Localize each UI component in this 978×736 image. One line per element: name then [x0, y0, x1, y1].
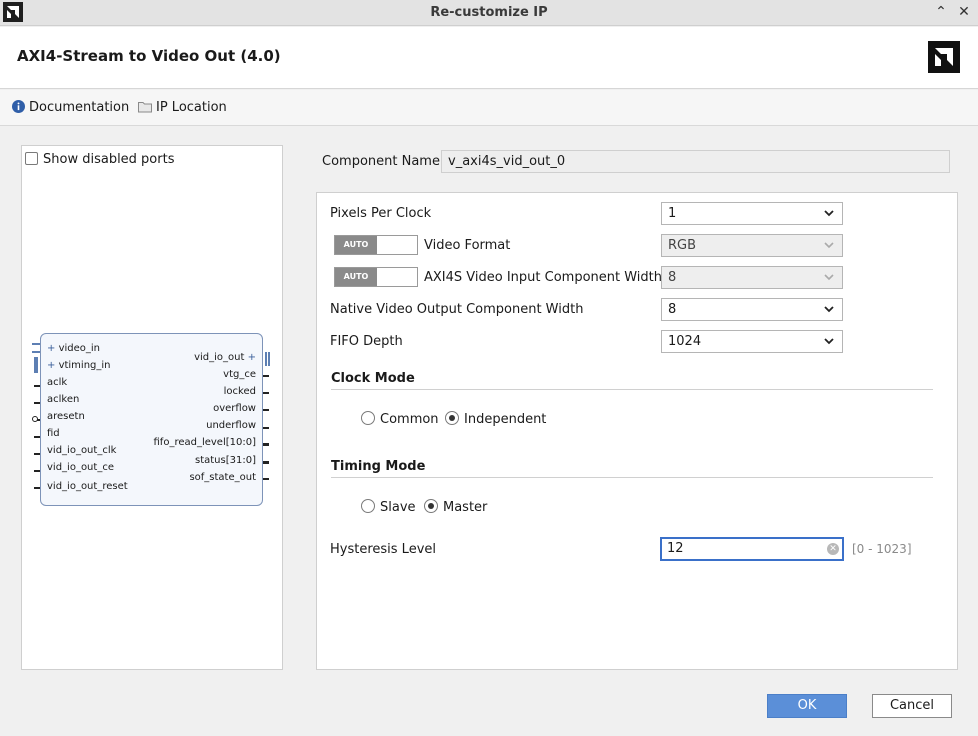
axi4s-width-label: AXI4S Video Input Component Width — [424, 270, 663, 285]
ok-button[interactable]: OK — [767, 694, 847, 718]
window-titlebar: Re-customize IP ⌃ ✕ — [0, 0, 978, 26]
port-stub — [263, 375, 269, 377]
pixels-per-clock-label: Pixels Per Clock — [330, 206, 432, 221]
port-locked: locked — [223, 386, 256, 397]
port-fid: fid — [47, 428, 60, 439]
hysteresis-range: [0 - 1023] — [852, 542, 912, 556]
clock-mode-independent-radio[interactable]: Independent — [445, 411, 546, 427]
hysteresis-level-label: Hysteresis Level — [330, 542, 436, 557]
close-icon[interactable]: ✕ — [955, 3, 973, 21]
fifo-depth-value: 1024 — [668, 334, 702, 349]
video-format-select[interactable]: RGB — [661, 234, 843, 257]
port-vid-io-out-clk: vid_io_out_clk — [47, 445, 117, 456]
port-stub-bus — [263, 443, 269, 446]
brand-logo-icon — [928, 41, 960, 73]
pixels-per-clock-select[interactable]: 1 — [661, 202, 843, 225]
axi4s-width-auto-toggle[interactable]: AUTO — [334, 267, 418, 287]
port-vtiming-in: + vtiming_in — [47, 360, 111, 371]
component-name-label: Component Name — [322, 154, 440, 169]
show-disabled-ports-checkbox[interactable]: Show disabled ports — [25, 152, 174, 167]
port-aclk: aclk — [47, 377, 68, 388]
chevron-down-icon — [824, 306, 834, 313]
port-stub — [263, 409, 269, 411]
radio-button-selected[interactable] — [424, 499, 438, 513]
ip-location-label: IP Location — [156, 100, 227, 115]
port-stub — [263, 392, 269, 394]
radio-button-selected[interactable] — [445, 411, 459, 425]
video-format-label: Video Format — [424, 238, 511, 253]
chevron-down-icon — [824, 338, 834, 345]
axi4s-width-value: 8 — [668, 270, 677, 285]
documentation-bar: Documentation IP Location — [0, 90, 978, 126]
native-width-value: 8 — [668, 302, 677, 317]
port-stub — [263, 478, 269, 480]
fifo-depth-label: FIFO Depth — [330, 334, 403, 349]
chevron-down-icon — [824, 242, 834, 249]
clock-mode-title: Clock Mode — [331, 371, 415, 386]
vtiming-in-bus-connector — [34, 357, 38, 373]
clock-independent-label: Independent — [464, 412, 547, 427]
auto-label: AUTO — [335, 268, 377, 286]
vid-io-out-bus-connector — [265, 352, 270, 366]
show-disabled-ports-label: Show disabled ports — [43, 152, 175, 167]
section-divider — [331, 477, 933, 478]
video-format-value: RGB — [668, 238, 697, 253]
port-vid-io-out-ce: vid_io_out_ce — [47, 462, 114, 473]
cancel-button[interactable]: Cancel — [872, 694, 952, 718]
video-in-bus-connector — [32, 343, 40, 353]
port-aresetn: aresetn — [47, 411, 85, 422]
port-fifo-read-level: fifo_read_level[10:0] — [153, 437, 257, 448]
pixels-per-clock-value: 1 — [668, 206, 677, 221]
fifo-depth-select[interactable]: 1024 — [661, 330, 843, 353]
port-stub-bus — [263, 461, 269, 464]
port-underflow: underflow — [206, 420, 256, 431]
port-status: status[31:0] — [195, 455, 256, 466]
section-divider — [331, 389, 933, 390]
configuration-panel: Pixels Per Clock 1 AUTO Video Format RGB… — [316, 192, 958, 670]
timing-slave-label: Slave — [380, 500, 416, 515]
axi4s-width-select[interactable]: 8 — [661, 266, 843, 289]
chevron-down-icon — [824, 274, 834, 281]
chevron-down-icon — [824, 210, 834, 217]
timing-mode-slave-radio[interactable]: Slave — [361, 499, 416, 515]
window-title: Re-customize IP — [430, 5, 548, 20]
ip-symbol-panel: Show disabled ports + video_in + vtiming… — [21, 145, 283, 670]
port-vid-io-out-reset: vid_io_out_reset — [47, 481, 128, 492]
component-name-field[interactable]: v_axi4s_vid_out_0 — [441, 150, 950, 173]
info-icon — [12, 100, 25, 117]
radio-button[interactable] — [361, 411, 375, 425]
ip-location-link[interactable]: IP Location — [138, 100, 227, 117]
port-video-in: + video_in — [47, 343, 100, 354]
port-stub — [263, 427, 269, 429]
clear-icon[interactable]: ✕ — [827, 543, 839, 555]
documentation-link[interactable]: Documentation — [12, 100, 129, 117]
port-vid-io-out: vid_io_out + — [194, 352, 256, 363]
ip-header: AXI4-Stream to Video Out (4.0) — [0, 27, 978, 89]
port-vtg-ce: vtg_ce — [223, 369, 256, 380]
native-width-select[interactable]: 8 — [661, 298, 843, 321]
port-overflow: overflow — [213, 403, 256, 414]
clock-common-label: Common — [380, 412, 439, 427]
ip-block-symbol: + video_in + vtiming_in aclk aclken ares… — [40, 333, 263, 506]
port-aclken: aclken — [47, 394, 80, 405]
video-format-auto-toggle[interactable]: AUTO — [334, 235, 418, 255]
clock-mode-common-radio[interactable]: Common — [361, 411, 439, 427]
documentation-label: Documentation — [29, 100, 130, 115]
ip-title: AXI4-Stream to Video Out (4.0) — [17, 47, 281, 65]
timing-master-label: Master — [443, 500, 488, 515]
radio-button[interactable] — [361, 499, 375, 513]
checkbox-box[interactable] — [25, 152, 38, 165]
hysteresis-level-input[interactable]: 12 ✕ — [660, 537, 844, 561]
native-width-label: Native Video Output Component Width — [330, 302, 584, 317]
timing-mode-title: Timing Mode — [331, 459, 426, 474]
port-sof-state-out: sof_state_out — [189, 472, 256, 483]
timing-mode-master-radio[interactable]: Master — [424, 499, 487, 515]
folder-icon — [138, 101, 152, 117]
hysteresis-value: 12 — [667, 541, 684, 556]
auto-label: AUTO — [335, 236, 377, 254]
minimize-icon[interactable]: ⌃ — [932, 3, 950, 21]
